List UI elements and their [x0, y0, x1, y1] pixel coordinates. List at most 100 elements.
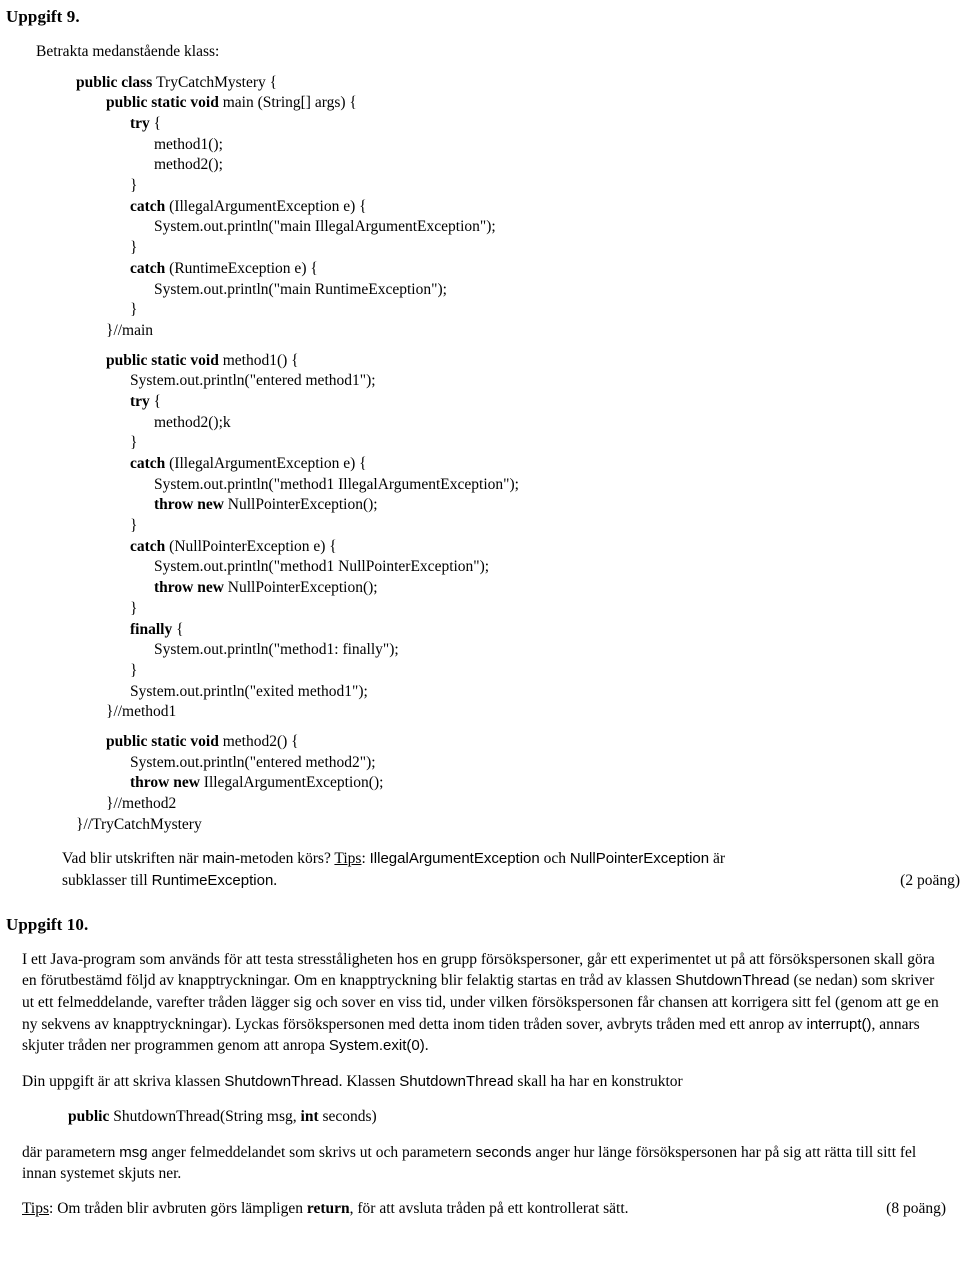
keyword-public: public [68, 1107, 110, 1125]
code-line: } [6, 661, 954, 682]
tips-label: Tips [334, 850, 362, 868]
code-line: public static void method2() { [6, 732, 954, 753]
signature-end: seconds) [318, 1107, 377, 1125]
inline-code-nullpointerexception: NullPointerException [569, 850, 710, 868]
para3-text-a: där parametern [22, 1143, 120, 1161]
code-text: { [153, 392, 162, 410]
exam-page: Uppgift 9. Betrakta medanstående klass: … [0, 0, 960, 1287]
uppgift-9-intro: Betrakta medanstående klass: [36, 43, 220, 61]
para1-text-d: . [424, 1037, 429, 1055]
code-line: catch (IllegalArgumentException e) { [6, 454, 954, 475]
code-text: (RuntimeException e) { [169, 259, 318, 277]
code-line: System.out.println("exited method1"); [6, 682, 954, 703]
inline-code-illegalargumentexception: IllegalArgumentException [369, 850, 540, 868]
code-keyword: catch [130, 197, 170, 215]
code-text: } [130, 177, 138, 195]
inline-code-runtimeexception: RuntimeException [151, 872, 274, 890]
code-line: public static void method1() { [6, 351, 954, 372]
code-text: } [130, 434, 138, 452]
code-line: try { [6, 392, 954, 413]
code-line: } [6, 433, 954, 454]
code-line: } [6, 599, 954, 620]
code-line: throw new NullPointerException(); [6, 578, 954, 599]
code-line: throw new IllegalArgumentException(); [6, 773, 954, 794]
code-keyword: try [130, 392, 154, 410]
inline-code-system-exit: System.exit(0) [328, 1037, 425, 1055]
question-line-2: (2 poäng) subklasser till RuntimeExceptio… [62, 870, 960, 892]
code-text: System.out.println("method1 IllegalArgum… [154, 475, 519, 493]
code-text: NullPointerException(); [227, 496, 378, 514]
uppgift-10-paragraph-3: där parametern msg anger felmeddelandet … [22, 1142, 946, 1185]
code-line: catch (RuntimeException e) { [6, 259, 954, 280]
inline-code-main: main [202, 850, 235, 868]
uppgift-10-paragraph-2: Din uppgift är att skriva klassen Shutdo… [22, 1071, 946, 1093]
inline-code-interrupt: interrupt() [806, 1015, 872, 1033]
code-keyword: throw new [154, 496, 228, 514]
code-text: method1() { [222, 351, 299, 369]
inline-code-shutdownthread-2: ShutdownThread [224, 1073, 339, 1091]
section-uppgift-10: Uppgift 10. I ett Java-program som använ… [6, 914, 954, 1220]
question-text-a: Vad blir utskriften när [62, 850, 203, 868]
code-line: public class TryCatchMystery { [6, 73, 954, 94]
uppgift-10-paragraph-1: I ett Java-program som används för att t… [22, 949, 946, 1057]
question-text-d: och [539, 850, 570, 868]
code-line: try { [6, 114, 954, 135]
code-line: method2();k [6, 413, 954, 434]
code-text: } [130, 517, 138, 535]
code-line: }//method2 [6, 794, 954, 815]
code-text: method2(); [154, 156, 223, 174]
code-line: System.out.println("main RuntimeExceptio… [6, 280, 954, 301]
code-line: catch (IllegalArgumentException e) { [6, 197, 954, 218]
code-line: } [6, 300, 954, 321]
code-text: }//method1 [106, 703, 177, 721]
code-text: (NullPointerException e) { [169, 537, 337, 555]
code-text: { [176, 620, 184, 638]
question-text-g: . [273, 872, 278, 890]
code-line: }//method1 [6, 702, 954, 723]
question-text-b: -metoden körs? [234, 850, 335, 868]
code-text: System.out.println("main RuntimeExceptio… [154, 280, 447, 298]
code-text: } [130, 239, 138, 257]
code-line: System.out.println("method1: finally"); [6, 640, 954, 661]
code-line: System.out.println("entered method1"); [6, 371, 954, 392]
page-title-uppgift-10: Uppgift 10. [6, 914, 89, 934]
constructor-signature: public ShutdownThread(String msg, int se… [68, 1106, 954, 1128]
code-text: }//main [106, 321, 154, 339]
code-text: (IllegalArgumentException e) { [169, 455, 367, 472]
question-text-c: : [361, 850, 370, 868]
code-line: } [6, 238, 954, 259]
para3-text-b: anger felmeddelandet som skrivs ut och p… [147, 1143, 476, 1161]
code-line: } [6, 176, 954, 197]
para2-text-b: . Klassen [338, 1073, 400, 1091]
inline-code-seconds: seconds [475, 1143, 532, 1161]
inline-code-shutdownthread-1: ShutdownThread [675, 972, 790, 990]
code-text: } [130, 661, 138, 679]
code-text: System.out.println("entered method1"); [130, 372, 376, 390]
code-keyword: catch [130, 537, 170, 555]
code-keyword: finally [130, 620, 177, 638]
code-text: main (String[] args) { [222, 94, 357, 112]
code-line: method2(); [6, 155, 954, 176]
code-text: System.out.println("method1 NullPointerE… [154, 558, 490, 576]
code-line: System.out.println("entered method2"); [6, 753, 954, 774]
question-line-1: Vad blir utskriften när main-metoden kör… [62, 848, 960, 870]
code-text: } [130, 301, 138, 319]
code-keyword: public static void [106, 94, 223, 112]
code-line: } [6, 516, 954, 537]
code-keyword: public static void [106, 351, 223, 369]
code-text: System.out.println("method1: finally"); [154, 641, 399, 659]
uppgift-9-question: Vad blir utskriften när main-metoden kör… [62, 848, 960, 891]
code-text: System.out.println("main IllegalArgument… [154, 218, 496, 236]
code-keyword: try [130, 115, 154, 132]
code-text: } [130, 599, 138, 617]
code-text: TryCatchMystery { [156, 73, 278, 91]
inline-code-shutdownthread-3: ShutdownThread [399, 1073, 514, 1091]
tips-text-a: : Om tråden blir avbruten görs lämpligen [49, 1199, 307, 1217]
points-badge-uppgift-10: (8 poäng) [886, 1199, 946, 1217]
keyword-int: int [300, 1107, 319, 1125]
para2-text-c: skall ha har en konstruktor [513, 1073, 683, 1091]
code-keyword: catch [130, 259, 170, 277]
code-text: }//method2 [106, 795, 177, 812]
code-line: }//main [6, 321, 954, 342]
